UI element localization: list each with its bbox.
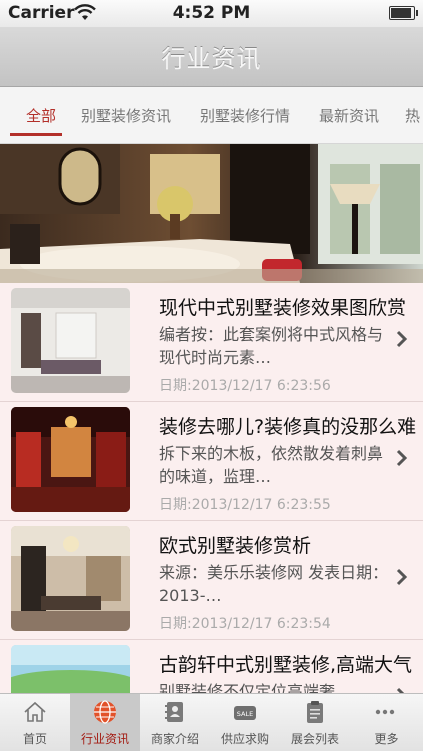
tabbar-item-exhibitions[interactable]: 展会列表 bbox=[280, 694, 350, 751]
article-date: 日期:2013/12/17 6:23:54 bbox=[159, 616, 331, 632]
tab-all[interactable]: 全部 bbox=[26, 105, 56, 126]
article-title: 欧式别墅装修赏析 bbox=[159, 535, 312, 557]
tabbar-item-supply-demand[interactable]: SALE 供应求购 bbox=[210, 694, 280, 751]
tabbar-item-more[interactable]: 更多 bbox=[350, 694, 423, 751]
contacts-icon bbox=[165, 702, 183, 722]
clipboard-icon bbox=[307, 701, 323, 723]
navigation-bar: 行业资讯 bbox=[0, 27, 423, 87]
chevron-right-icon bbox=[396, 687, 405, 693]
category-tabs: 全部 别墅装修资讯 别墅装修行情 最新资讯 热 bbox=[0, 87, 423, 144]
article-date: 日期:2013/12/17 6:23:56 bbox=[159, 378, 331, 394]
article-summary: 别墅装修不仅定位高端奢… bbox=[159, 682, 352, 693]
home-icon bbox=[24, 701, 46, 722]
list-item[interactable]: 现代中式别墅装修效果图欣赏 编者按：此套案例将中式风格与现代时尚元素… 日期:2… bbox=[0, 283, 423, 402]
chevron-right-icon bbox=[396, 568, 408, 586]
tab-hot[interactable]: 热 bbox=[405, 105, 420, 126]
tab-bar: 首页 行业资讯 商家介绍 SALE 供应求购 展会列表 更多 bbox=[0, 693, 423, 751]
tabbar-label: 商家介绍 bbox=[150, 732, 199, 746]
article-thumbnail bbox=[11, 526, 130, 631]
battery-icon bbox=[389, 6, 418, 20]
tabbar-label: 更多 bbox=[374, 732, 399, 746]
page-title: 行业资讯 bbox=[161, 45, 262, 73]
tab-villa-news[interactable]: 别墅装修资讯 bbox=[81, 105, 171, 126]
article-summary: 来源：美乐乐装修网 发表日期：2013-… bbox=[159, 563, 389, 605]
article-title: 装修去哪儿?装修真的没那么难 bbox=[159, 416, 417, 438]
svg-text:SALE: SALE bbox=[237, 710, 253, 718]
chevron-right-icon bbox=[396, 330, 408, 348]
list-item[interactable]: 古韵轩中式别墅装修,高端大气 别墅装修不仅定位高端奢… bbox=[0, 640, 423, 693]
banner-image[interactable] bbox=[0, 144, 423, 283]
article-title: 现代中式别墅装修效果图欣赏 bbox=[159, 297, 407, 319]
tabbar-item-merchants[interactable]: 商家介绍 bbox=[140, 694, 210, 751]
list-item[interactable]: 欧式别墅装修赏析 来源：美乐乐装修网 发表日期：2013-… 日期:2013/1… bbox=[0, 521, 423, 640]
sale-tag-icon: SALE bbox=[234, 706, 256, 720]
tabbar-item-news[interactable]: 行业资讯 bbox=[70, 694, 140, 751]
article-summary: 拆下来的木板，依然散发着刺鼻的味道，监理… bbox=[159, 444, 384, 486]
article-title: 古韵轩中式别墅装修,高端大气 bbox=[159, 654, 413, 676]
article-list: 现代中式别墅装修效果图欣赏 编者按：此套案例将中式风格与现代时尚元素… 日期:2… bbox=[0, 283, 423, 693]
list-item[interactable]: 装修去哪儿?装修真的没那么难 拆下来的木板，依然散发着刺鼻的味道，监理… 日期:… bbox=[0, 402, 423, 521]
globe-icon bbox=[94, 700, 116, 724]
tabbar-label: 展会列表 bbox=[290, 732, 339, 746]
clock: 4:52 PM bbox=[172, 3, 251, 23]
article-summary: 编者按：此套案例将中式风格与现代时尚元素… bbox=[159, 325, 384, 367]
chevron-right-icon bbox=[396, 449, 408, 467]
tabbar-label: 首页 bbox=[22, 732, 47, 746]
tabbar-item-home[interactable]: 首页 bbox=[0, 694, 70, 751]
tab-latest[interactable]: 最新资讯 bbox=[319, 105, 379, 126]
more-icon bbox=[375, 709, 395, 715]
status-bar: Carrier 4:52 PM bbox=[0, 0, 423, 27]
article-date: 日期:2013/12/17 6:23:55 bbox=[159, 497, 331, 513]
article-thumbnail bbox=[11, 645, 130, 693]
tabbar-label: 供应求购 bbox=[220, 732, 269, 746]
tab-villa-market[interactable]: 别墅装修行情 bbox=[200, 105, 290, 126]
article-thumbnail bbox=[11, 407, 130, 512]
tabbar-label: 行业资讯 bbox=[80, 732, 129, 746]
living-room-photo bbox=[0, 144, 423, 283]
active-tab-indicator bbox=[10, 133, 62, 136]
article-thumbnail bbox=[11, 288, 130, 393]
